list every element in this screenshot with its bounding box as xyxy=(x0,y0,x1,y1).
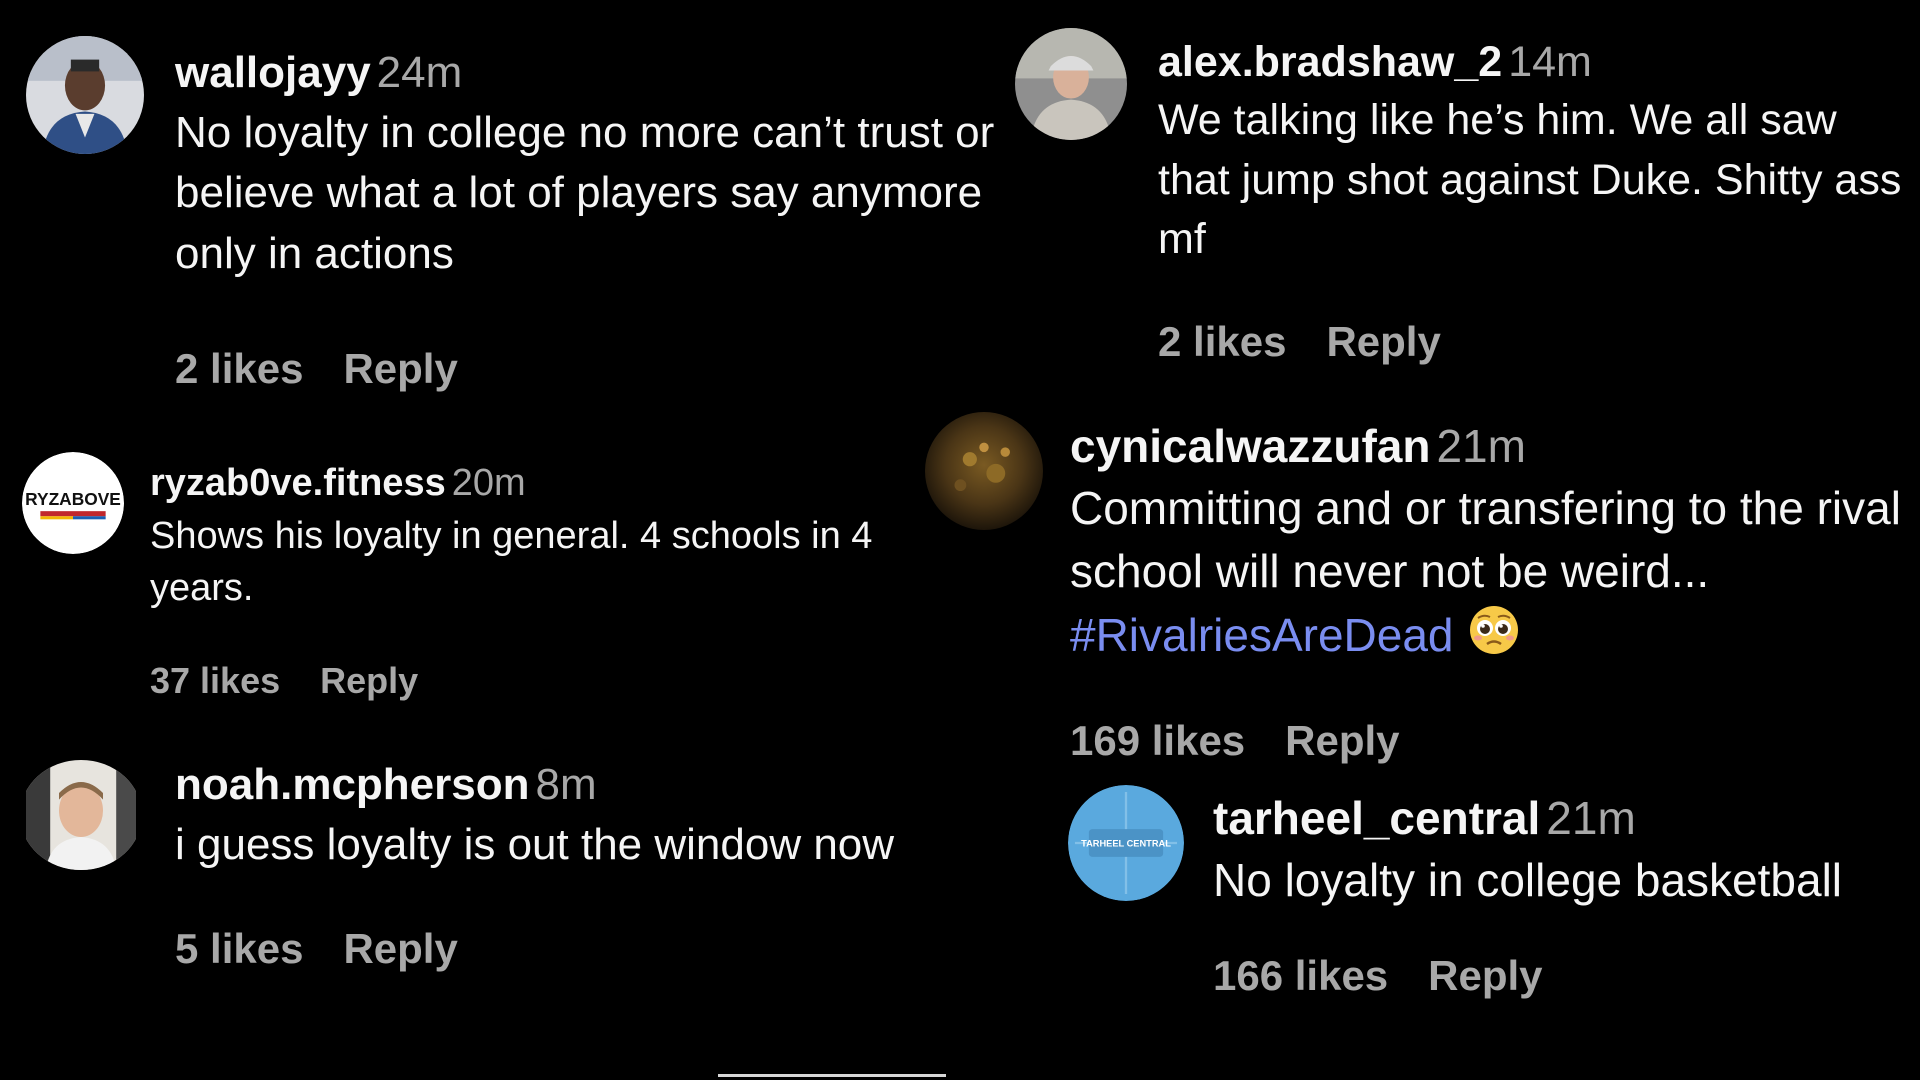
reply-button[interactable]: Reply xyxy=(343,345,457,392)
username[interactable]: wallojayy xyxy=(175,48,371,97)
pleading-face-emoji-icon xyxy=(1468,604,1520,672)
likes-count[interactable]: 169 likes xyxy=(1070,717,1245,764)
reply-button[interactable]: Reply xyxy=(343,925,457,972)
avatar-logo-text: TARHEEL CENTRAL xyxy=(1081,838,1171,848)
hashtag-link[interactable]: #RivalriesAreDead xyxy=(1070,609,1454,661)
timestamp: 21m xyxy=(1436,420,1526,472)
comment-text-body: Committing and or transfering to the riv… xyxy=(1070,481,1901,598)
likes-count[interactable]: 166 likes xyxy=(1213,952,1388,999)
profile-photo-icon xyxy=(26,760,136,870)
comment-text: Committing and or transfering to the riv… xyxy=(1070,477,1920,673)
username[interactable]: cynicalwazzufan xyxy=(1070,420,1430,472)
avatar[interactable] xyxy=(26,36,144,154)
timestamp: 20m xyxy=(451,462,526,504)
ryz-above-logo-icon: RYZABOVE xyxy=(22,452,124,554)
username[interactable]: tarheel_central xyxy=(1213,792,1540,844)
comment-text: No loyalty in college basketball xyxy=(1213,853,1843,906)
likes-count[interactable]: 2 likes xyxy=(175,345,303,392)
avatar[interactable]: TARHEEL CENTRAL xyxy=(1068,785,1184,901)
tarheel-central-logo-icon: TARHEEL CENTRAL xyxy=(1068,785,1184,901)
username[interactable]: noah.mcpherson xyxy=(175,760,530,809)
comment-text: We talking like he’s him. We all saw tha… xyxy=(1158,96,1902,264)
profile-photo-icon xyxy=(26,36,144,154)
profile-photo-icon xyxy=(925,412,1043,530)
reply-button[interactable]: Reply xyxy=(320,660,418,701)
reply-button[interactable]: Reply xyxy=(1326,318,1440,365)
username[interactable]: ryzab0ve.fitness xyxy=(150,462,446,504)
reply-button[interactable]: Reply xyxy=(1285,717,1399,764)
timestamp: 24m xyxy=(376,48,463,97)
comment-text: i guess loyalty is out the window now xyxy=(175,819,895,869)
timestamp: 8m xyxy=(535,760,597,809)
comment-text: No loyalty in college no more can’t trus… xyxy=(175,107,995,279)
reply-button[interactable]: Reply xyxy=(1428,952,1542,999)
comment-text: Shows his loyalty in general. 4 schools … xyxy=(150,514,873,610)
avatar[interactable] xyxy=(925,412,1043,530)
avatar-logo-text: RYZABOVE xyxy=(25,489,121,509)
avatar[interactable]: RYZABOVE xyxy=(22,452,124,554)
likes-count[interactable]: 5 likes xyxy=(175,925,303,972)
timestamp: 14m xyxy=(1508,38,1592,86)
avatar[interactable] xyxy=(1015,28,1127,140)
username[interactable]: alex.bradshaw_2 xyxy=(1158,38,1502,86)
profile-photo-icon xyxy=(1015,28,1127,140)
timestamp: 21m xyxy=(1546,792,1636,844)
likes-count[interactable]: 37 likes xyxy=(150,660,280,701)
bottom-divider xyxy=(718,1074,946,1077)
likes-count[interactable]: 2 likes xyxy=(1158,318,1286,365)
avatar[interactable] xyxy=(20,760,142,870)
